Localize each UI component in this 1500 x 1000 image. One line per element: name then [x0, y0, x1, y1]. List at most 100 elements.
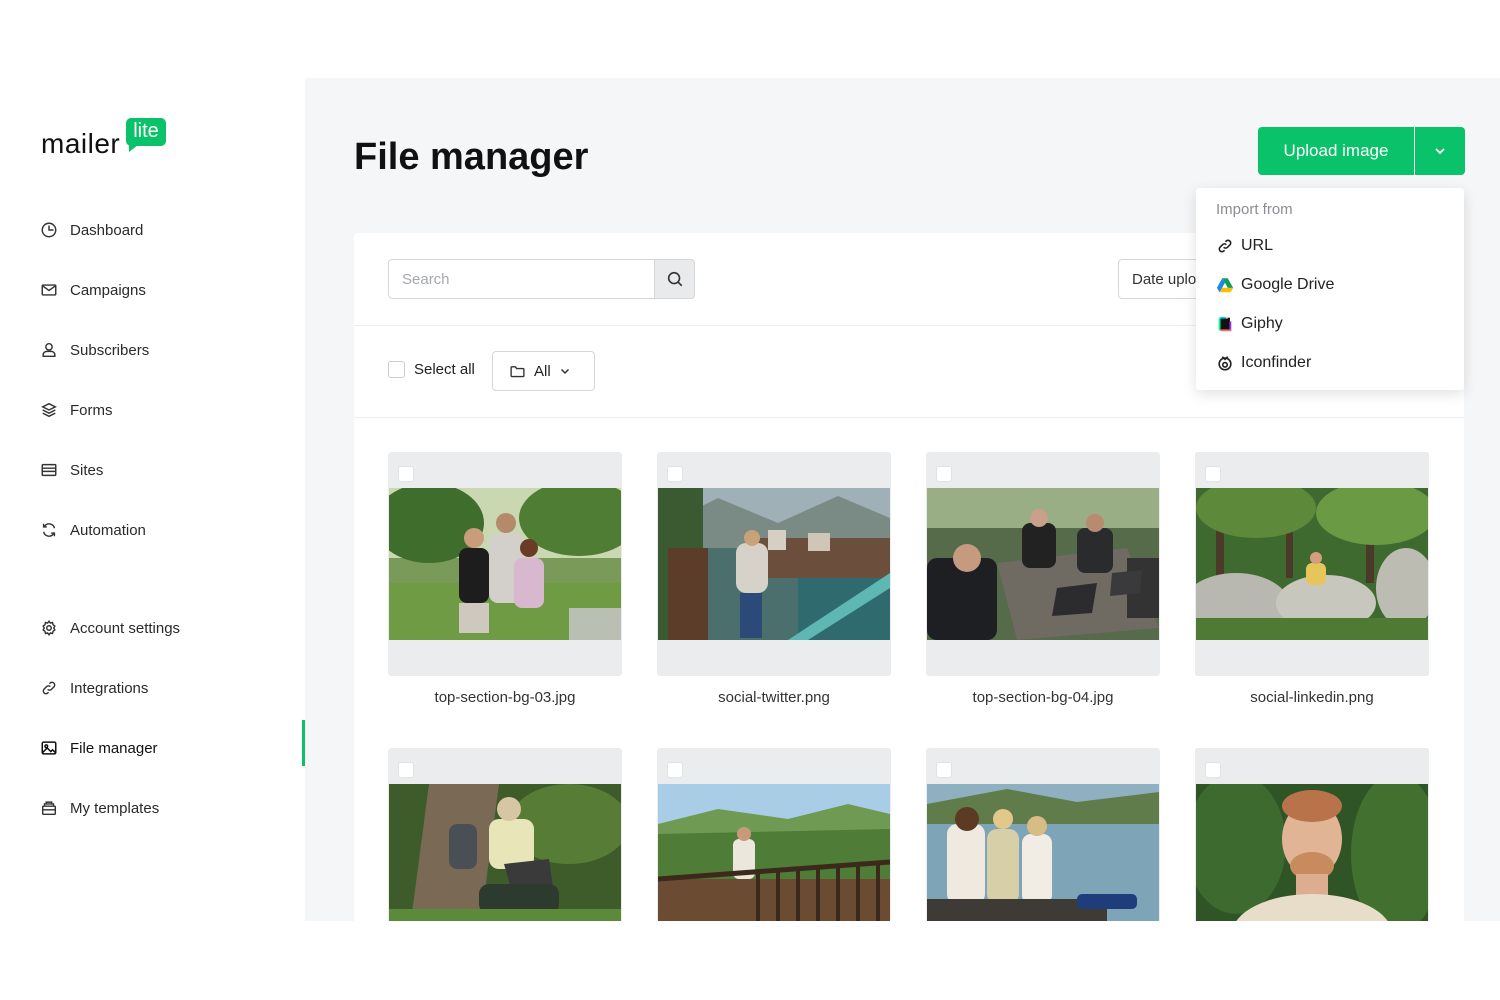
file-checkbox[interactable]	[667, 762, 683, 778]
refresh-icon	[42, 523, 56, 537]
photo-man-laptop-tree	[389, 784, 621, 921]
file-card[interactable]: social-twitter.png	[657, 452, 891, 706]
sidebar-item-automation[interactable]: Automation	[40, 518, 305, 542]
sidebar-item-label: Subscribers	[70, 341, 150, 359]
file-name: top-section-bg-03.jpg	[434, 689, 576, 706]
file-thumbnail[interactable]	[1195, 748, 1429, 921]
page-title: File manager	[354, 136, 589, 178]
sidebar-item-label: Dashboard	[70, 221, 144, 239]
sidebar-item-label: Account settings	[70, 619, 181, 637]
file-name: top-section-bg-04.jpg	[972, 689, 1114, 706]
photo-team-meeting-table	[927, 488, 1159, 640]
gear-icon	[42, 620, 56, 636]
file-thumbnail[interactable]	[1195, 452, 1429, 676]
search-button[interactable]	[654, 259, 695, 299]
folder-filter-select[interactable]: All	[492, 351, 595, 391]
import-item-label: Iconfinder	[1241, 354, 1312, 371]
sidebar-item-label: Sites	[70, 461, 104, 479]
import-item-label: URL	[1241, 237, 1274, 254]
file-thumbnail[interactable]	[657, 452, 891, 676]
mailerlite-logo[interactable]: mailer lite	[41, 118, 166, 160]
logo-badge: lite	[126, 118, 166, 152]
link-icon	[1218, 239, 1232, 253]
select-all-label: Select all	[414, 361, 475, 378]
file-checkbox[interactable]	[667, 466, 683, 482]
file-checkbox[interactable]	[1205, 762, 1221, 778]
sidebar-item-label: File manager	[70, 739, 158, 757]
sidebar-item-label: Campaigns	[70, 281, 146, 299]
upload-options-toggle[interactable]	[1415, 127, 1465, 175]
chevron-down-icon	[1435, 148, 1445, 155]
file-thumbnail[interactable]	[388, 452, 622, 676]
import-giphy-item[interactable]: Giphy	[1216, 315, 1283, 333]
file-card[interactable]	[1195, 748, 1429, 921]
sidebar-item-account-settings[interactable]: Account settings	[40, 616, 305, 640]
sidebar-item-my-templates[interactable]: My templates	[40, 796, 305, 820]
file-thumbnail[interactable]	[926, 748, 1160, 921]
sidebar-item-integrations[interactable]: Integrations	[40, 676, 305, 700]
select-all-checkbox[interactable]	[388, 361, 405, 378]
iconfinder-icon	[1218, 356, 1232, 371]
sidebar-item-forms[interactable]: Forms	[40, 398, 305, 422]
photo-women-lakeside	[927, 784, 1159, 921]
sidebar-item-file-manager[interactable]: File manager	[40, 736, 305, 760]
sidebar-item-subscribers[interactable]: Subscribers	[40, 338, 305, 362]
photo-balcony-valley	[658, 784, 890, 921]
search-bar	[388, 259, 695, 299]
folder-icon	[510, 365, 525, 377]
file-checkbox[interactable]	[398, 466, 414, 482]
import-heading: Import from	[1216, 201, 1293, 218]
file-thumbnail[interactable]	[926, 452, 1160, 676]
browser-icon	[41, 463, 57, 477]
file-thumbnail[interactable]	[388, 748, 622, 921]
select-all-control[interactable]: Select all	[388, 361, 475, 378]
upload-image-button[interactable]: Upload image	[1258, 127, 1414, 175]
file-card[interactable]	[388, 748, 622, 921]
file-checkbox[interactable]	[1205, 466, 1221, 482]
sidebar-item-label: My templates	[70, 799, 160, 817]
import-item-label: Google Drive	[1241, 276, 1335, 293]
google-drive-icon	[1216, 278, 1234, 293]
file-name: social-twitter.png	[718, 689, 830, 706]
photo-people-laptops-park	[389, 488, 621, 640]
photo-woman-lake-village	[658, 488, 890, 640]
file-thumbnail[interactable]	[657, 748, 891, 921]
dashboard-icon	[41, 222, 57, 238]
divider	[354, 417, 1464, 418]
file-checkbox[interactable]	[398, 762, 414, 778]
logo-word: mailer	[41, 128, 121, 159]
file-checkbox[interactable]	[936, 466, 952, 482]
search-icon	[667, 271, 682, 287]
link-icon	[42, 681, 56, 695]
import-dropdown: Import from URL Google Drive Giphy Iconf…	[1196, 188, 1464, 390]
file-card[interactable]	[657, 748, 891, 921]
user-icon	[42, 342, 56, 358]
envelope-icon	[41, 284, 57, 296]
folder-filter-label: All	[534, 362, 551, 380]
import-google-drive-item[interactable]: Google Drive	[1216, 276, 1334, 294]
sidebar: mailer lite Dashboard Campaigns Subscrib…	[0, 78, 305, 921]
file-checkbox[interactable]	[936, 762, 952, 778]
file-card[interactable]	[926, 748, 1160, 921]
template-icon	[41, 801, 57, 816]
sidebar-item-label: Integrations	[70, 679, 149, 697]
file-card[interactable]: social-linkedin.png	[1195, 452, 1429, 706]
sidebar-item-label: Forms	[70, 401, 113, 419]
import-iconfinder-item[interactable]: Iconfinder	[1216, 354, 1311, 372]
file-name: social-linkedin.png	[1250, 689, 1374, 706]
chevron-down-icon	[560, 368, 569, 375]
photo-man-portrait	[1196, 784, 1428, 921]
giphy-icon	[1218, 316, 1232, 332]
photo-woman-rocks-forest	[1196, 488, 1428, 640]
layers-icon	[41, 402, 57, 418]
import-item-label: Giphy	[1241, 315, 1283, 332]
file-card[interactable]: top-section-bg-04.jpg	[926, 452, 1160, 706]
sidebar-item-label: Automation	[70, 521, 146, 539]
sidebar-item-dashboard[interactable]: Dashboard	[40, 218, 305, 242]
image-icon	[41, 741, 57, 755]
import-url-item[interactable]: URL	[1216, 237, 1273, 255]
search-input[interactable]	[388, 259, 654, 299]
file-card[interactable]: top-section-bg-03.jpg	[388, 452, 622, 706]
sidebar-item-campaigns[interactable]: Campaigns	[40, 278, 305, 302]
sidebar-item-sites[interactable]: Sites	[40, 458, 305, 482]
